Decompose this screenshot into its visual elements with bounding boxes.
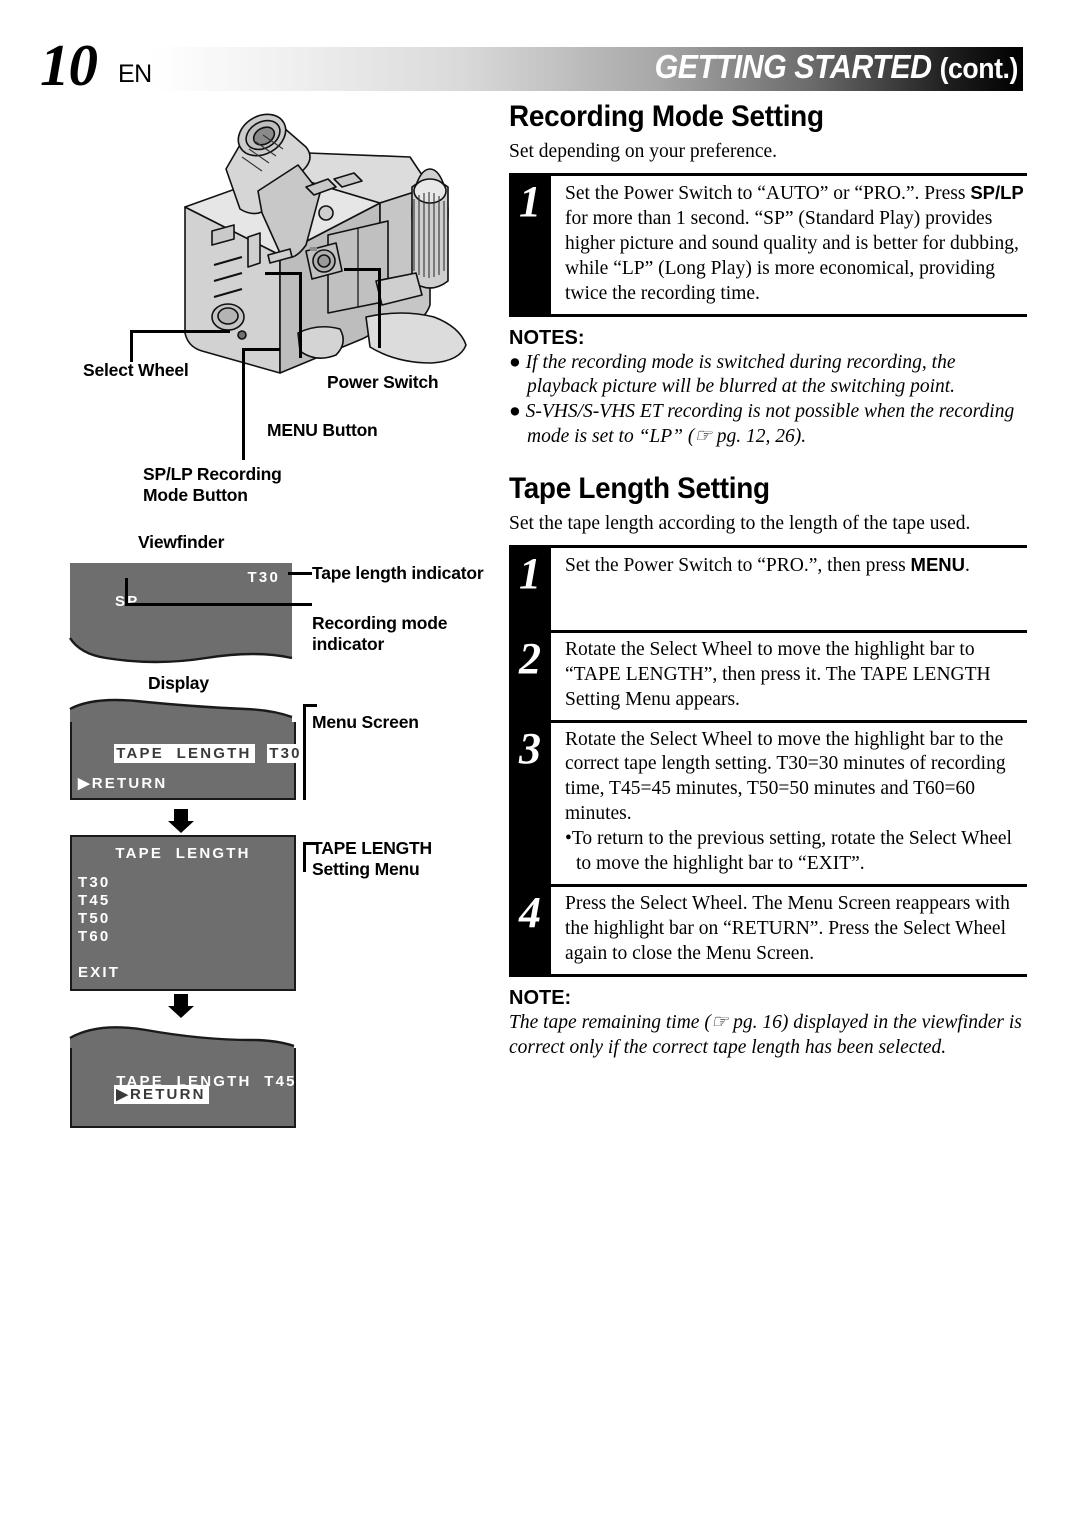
section-intro-recording-mode: Set depending on your preference. — [509, 141, 778, 162]
step-tape-length-2: 2 Rotate the Select Wheel to move the hi… — [509, 629, 1027, 720]
menu-after-return-item[interactable]: ▶RETURN — [76, 1068, 209, 1120]
leader-select-wheel-v — [130, 330, 133, 362]
callout-power-switch: Power Switch — [327, 372, 439, 392]
left-illustration-column: Select Wheel Power Switch MENU Button SP… — [0, 90, 490, 1190]
menu-screen: TAPE LENGTH T30 ▶RETURN — [70, 722, 305, 800]
annotation-tape-length-indicator: Tape length indicator — [312, 563, 484, 583]
leader-power-v — [378, 268, 381, 348]
step-text-part1: Set the Power Switch to “PRO.”, then pre… — [565, 554, 911, 576]
notes-heading-tape-length: NOTE: — [509, 987, 572, 1010]
leader-tape-length-indicator — [288, 572, 312, 575]
viewfinder-torn-edge — [68, 628, 293, 664]
menu-row-tape-length: TAPE LENGTH T30 — [76, 728, 305, 779]
setting-menu-option-t30[interactable]: T30 — [78, 874, 110, 891]
note-item: ● If the recording mode is switched duri… — [509, 351, 1027, 401]
annotation-recording-mode-indicator: Recording mode indicator — [312, 613, 448, 654]
menu-after-return-label[interactable]: ▶RETURN — [114, 1085, 209, 1104]
section-title-recording-mode: Recording Mode Setting — [509, 100, 824, 133]
leader-menu-screen-h — [303, 704, 317, 707]
note-text: The tape remaining time (☞ pg. 16) displ… — [509, 1012, 1022, 1058]
note-bullet-icon: ● — [509, 351, 526, 373]
setting-menu-exit-item[interactable]: EXIT — [78, 964, 120, 981]
note-item: ● S-VHS/S-VHS ET recording is not possib… — [509, 400, 1027, 450]
step-sub-note: •To return to the previous setting, rota… — [565, 828, 1012, 875]
step-number-badge: 3 — [509, 722, 551, 885]
leader-power-h — [344, 268, 381, 271]
step-text: Rotate the Select Wheel to move the high… — [565, 728, 1006, 825]
step-tape-length-3: 3 Rotate the Select Wheel to move the hi… — [509, 719, 1027, 885]
flow-arrow-down-2 — [168, 994, 194, 1018]
setting-menu-option-t60[interactable]: T60 — [78, 928, 110, 945]
setting-menu-option-t50[interactable]: T50 — [78, 910, 110, 927]
viewfinder-tape-length-indicator: T30 — [247, 569, 280, 586]
leader-recmode-v1 — [125, 578, 128, 606]
menu-after-row-value: T45 — [264, 1073, 297, 1090]
setting-menu-option-t45[interactable]: T45 — [78, 892, 110, 909]
step-number-badge: 2 — [509, 632, 551, 720]
step-number-badge: 4 — [509, 887, 551, 975]
leader-menu-screen-v — [303, 704, 306, 800]
flow-arrow-down-1 — [168, 809, 194, 833]
menu-row-tape-length-value[interactable]: T30 — [267, 744, 305, 763]
section-intro-tape-length: Set the tape length according to the len… — [509, 512, 971, 534]
viewfinder-screen: T30 SP — [70, 563, 292, 633]
menu-row-tape-length-label[interactable]: TAPE LENGTH — [114, 744, 255, 763]
leader-splp-h — [242, 348, 280, 351]
annotation-setting-menu: TAPE LENGTH Setting Menu — [312, 838, 432, 879]
step-text-bold: MENU — [910, 553, 966, 575]
callout-display: Display — [148, 673, 209, 693]
right-instruction-column: Recording Mode Setting Set depending on … — [509, 100, 1027, 1061]
leader-select-wheel-h — [130, 330, 230, 333]
camcorder-illustration — [184, 113, 467, 374]
menu-screen-after-selection: TAPE LENGTH T45 ▶RETURN — [70, 1048, 296, 1128]
tape-length-setting-menu: TAPE LENGTH T30 T45 T50 T60 EXIT — [70, 835, 296, 991]
step-tape-length-1: 1 Set the Power Switch to “PRO.”, then p… — [509, 544, 1027, 630]
notes-heading-recording-mode: NOTES: — [509, 326, 585, 349]
step-tape-length-4: 4 Press the Select Wheel. The Menu Scree… — [509, 884, 1027, 978]
step-text-part2: . — [965, 554, 970, 576]
callout-viewfinder: Viewfinder — [138, 532, 225, 552]
step-text-part1: Set the Power Switch to “AUTO” or “PRO.”… — [565, 182, 971, 204]
step-text: Set the Power Switch to “AUTO” or “PRO.”… — [565, 181, 1027, 307]
leader-setting-menu-v — [303, 842, 306, 872]
callout-splp-button: SP/LP Recording Mode Button — [143, 464, 282, 505]
step-number-badge: 1 — [509, 547, 551, 630]
annotation-menu-screen: Menu Screen — [312, 712, 419, 732]
step-recording-mode-1: 1 Set the Power Switch to “AUTO” or “PRO… — [509, 172, 1027, 317]
page-region-code: EN — [118, 60, 152, 88]
step-text: Set the Power Switch to “PRO.”, then pre… — [565, 553, 1027, 579]
note-text: If the recording mode is switched during… — [525, 351, 956, 398]
section-title-tape-length: Tape Length Setting — [509, 471, 770, 505]
note-text: S-VHS/S-VHS ET recording is not possible… — [525, 401, 1015, 447]
callout-select-wheel: Select Wheel — [83, 360, 189, 380]
page-header: 10 EN GETTING STARTED (cont.) — [0, 0, 1080, 100]
menu-return-item[interactable]: ▶RETURN — [78, 774, 167, 792]
page-title-main: GETTING STARTED — [654, 48, 932, 85]
page-title: GETTING STARTED (cont.) — [654, 48, 1019, 86]
leader-splp-v — [242, 348, 245, 460]
step-text-part2: for more than 1 second. “SP” (Standard P… — [565, 207, 1019, 304]
step-number-badge: 1 — [509, 175, 551, 314]
page-title-suffix: (cont.) — [939, 53, 1019, 85]
leader-menu-v — [299, 272, 302, 358]
callout-menu-button: MENU Button — [267, 420, 378, 440]
step-text: Rotate the Select Wheel to move the high… — [565, 638, 991, 710]
step-text-bold: SP/LP — [970, 181, 1024, 203]
page-number: 10 — [40, 32, 98, 98]
step-text: Press the Select Wheel. The Menu Screen … — [565, 893, 1010, 965]
leader-recmode-h1 — [125, 603, 312, 606]
setting-menu-title: TAPE LENGTH — [115, 845, 251, 862]
note-bullet-icon: ● — [509, 401, 526, 423]
leader-menu-h — [265, 272, 302, 275]
